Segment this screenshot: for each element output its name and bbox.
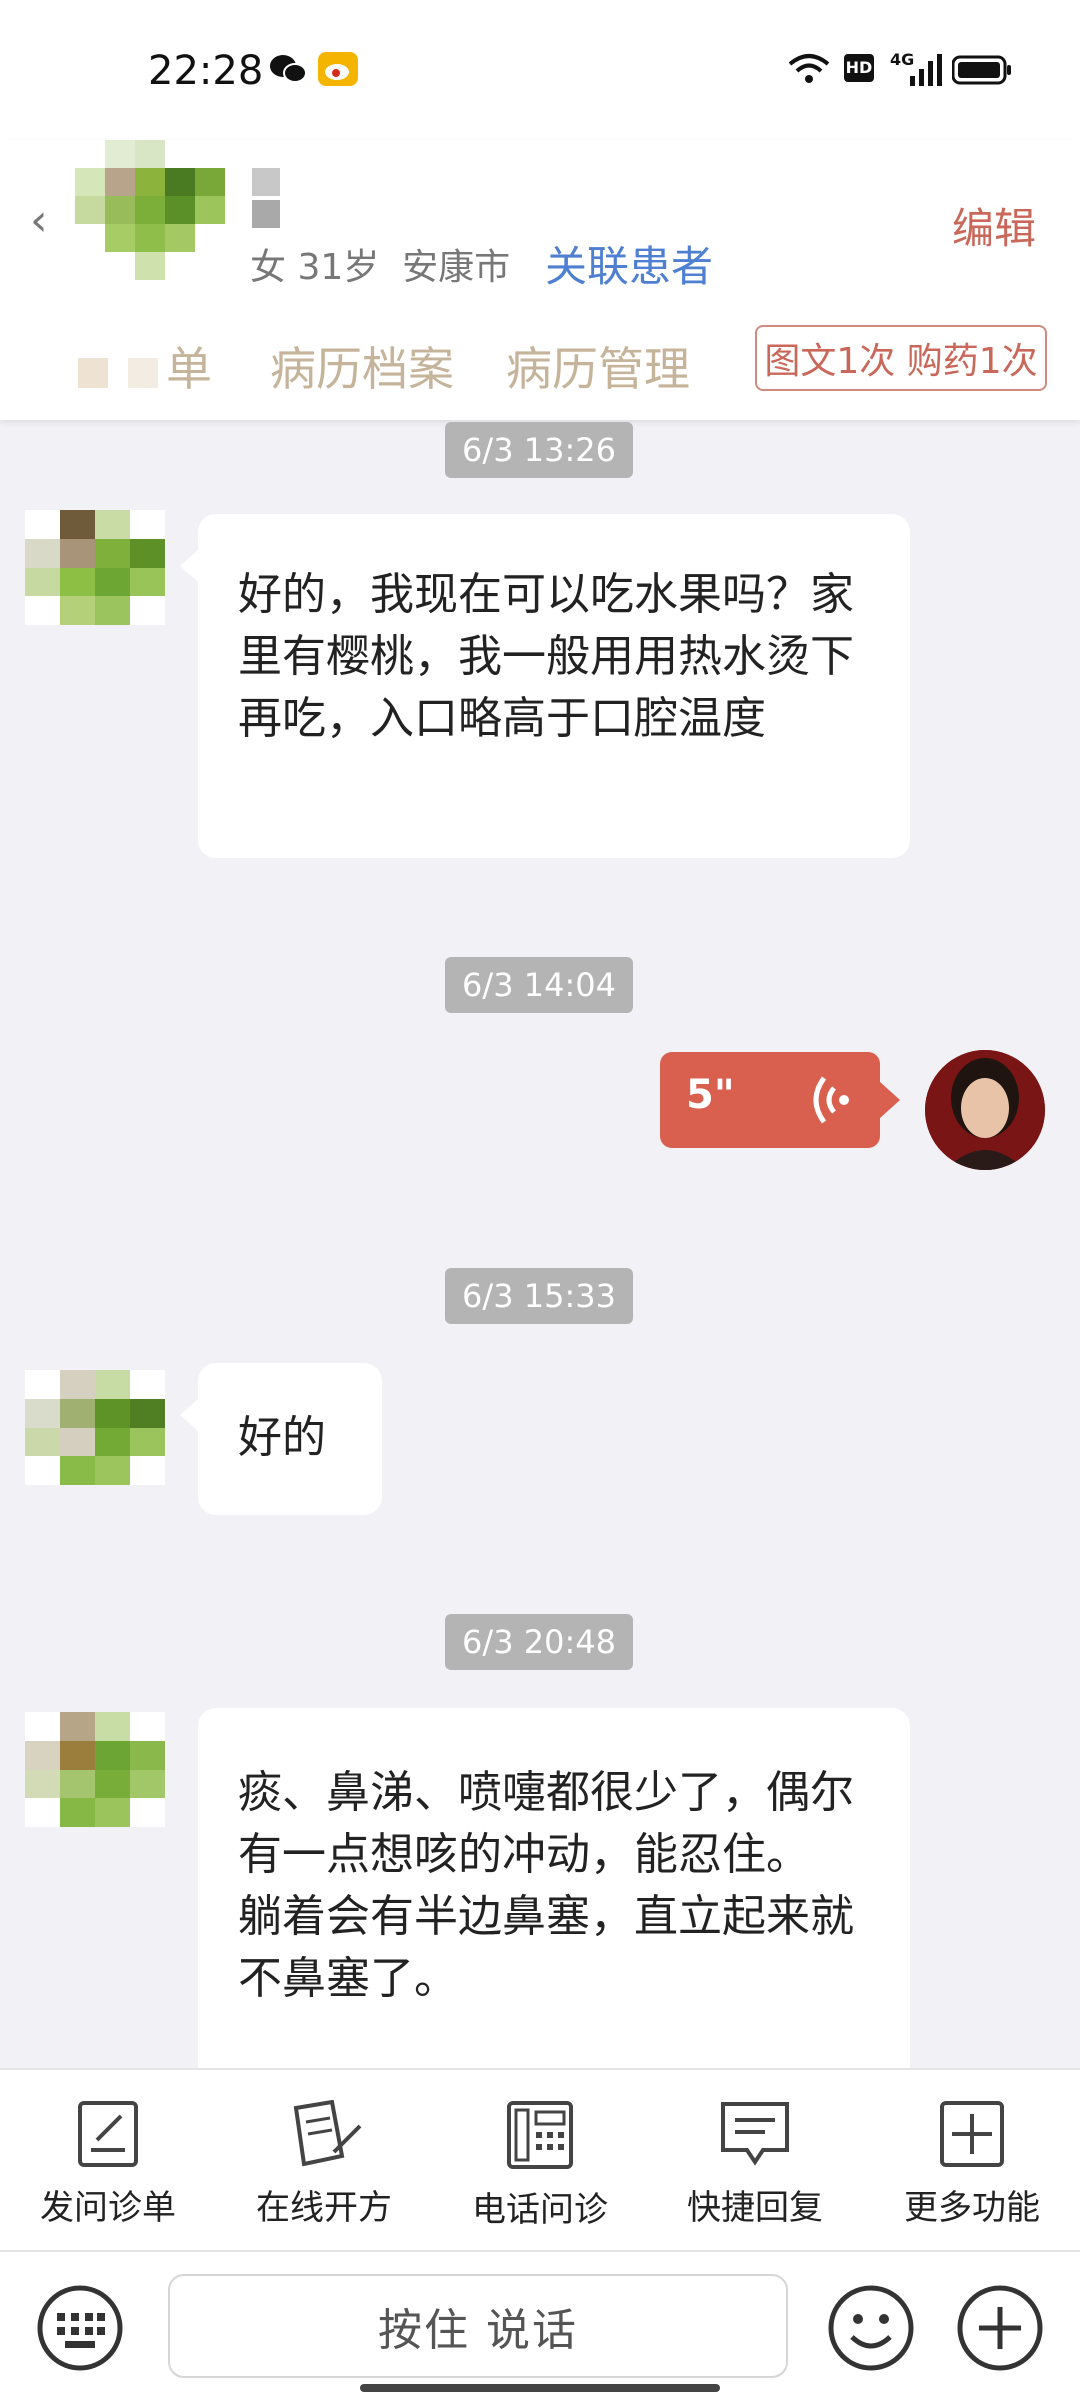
phone-icon bbox=[507, 2101, 573, 2169]
redacted-block bbox=[128, 357, 158, 388]
plus-box-icon bbox=[940, 2101, 1004, 2167]
tab-record-management[interactable]: 病历管理 bbox=[506, 333, 690, 399]
tab-medical-records[interactable]: 病历档案 bbox=[270, 333, 454, 399]
more-functions-button[interactable]: 更多功能 bbox=[882, 2100, 1062, 2229]
signal-icon bbox=[910, 54, 942, 86]
patient-avatar[interactable] bbox=[25, 1712, 165, 1827]
timestamp: 6/3 15:33 bbox=[445, 1268, 633, 1324]
function-toolbar: 发问诊单 在线开方 电话问诊 快捷回复 更多功能 bbox=[0, 2068, 1080, 2252]
patient-name-redacted bbox=[252, 168, 342, 228]
message-bubble[interactable]: 好的，我现在可以吃水果吗？家里有樱桃，我一般用用热水烫下再吃，入口略高于口腔温度 bbox=[180, 514, 910, 858]
status-time: 22:28 bbox=[148, 48, 264, 94]
keyboard-icon[interactable] bbox=[35, 2283, 125, 2373]
message-text: 好的 bbox=[238, 1412, 326, 1463]
message-icon bbox=[721, 2102, 789, 2166]
tool-label: 发问诊单 bbox=[40, 2188, 176, 2228]
doctor-avatar[interactable] bbox=[925, 1050, 1045, 1170]
voice-wave-icon bbox=[813, 1076, 849, 1124]
form-edit-icon bbox=[78, 2101, 138, 2167]
voice-message[interactable]: 5" bbox=[660, 1052, 900, 1148]
voice-duration: 5" bbox=[686, 1072, 735, 1118]
prescription-icon bbox=[293, 2100, 362, 2167]
tool-label: 更多功能 bbox=[904, 2188, 1040, 2228]
patient-avatar[interactable] bbox=[25, 1370, 165, 1485]
message-text: 好的，我现在可以吃水果吗？家里有樱桃，我一般用用热水烫下再吃，入口略高于口腔温度 bbox=[238, 569, 854, 744]
add-icon[interactable] bbox=[955, 2283, 1045, 2373]
message-text: 痰、鼻涕、喷嚏都很少了，偶尔有一点想咳的冲动，能忍住。 躺着会有半边鼻塞，直立起… bbox=[238, 1767, 854, 2004]
link-patient-button[interactable]: 关联患者 bbox=[545, 233, 713, 294]
tool-label: 电话问诊 bbox=[472, 2190, 608, 2230]
quick-reply-button[interactable]: 快捷回复 bbox=[665, 2100, 845, 2229]
redacted-block bbox=[78, 357, 108, 388]
hd-icon: HD bbox=[844, 54, 874, 82]
wifi-icon bbox=[788, 54, 830, 83]
emoji-icon[interactable] bbox=[826, 2283, 916, 2373]
edit-button[interactable]: 编辑 bbox=[952, 195, 1036, 256]
wechat-icon bbox=[270, 55, 307, 83]
tool-label: 快捷回复 bbox=[687, 2188, 823, 2228]
hold-to-talk-button[interactable]: 按住 说话 bbox=[168, 2274, 788, 2378]
patient-avatar[interactable] bbox=[25, 510, 165, 625]
weibo-icon bbox=[318, 52, 358, 86]
timestamp: 6/3 20:48 bbox=[445, 1614, 633, 1670]
home-indicator[interactable] bbox=[360, 2384, 720, 2392]
message-bubble[interactable]: 痰、鼻涕、喷嚏都很少了，偶尔有一点想咳的冲动，能忍住。 躺着会有半边鼻塞，直立起… bbox=[198, 1708, 910, 2128]
back-icon[interactable]: ‹ bbox=[30, 195, 48, 246]
tool-label: 在线开方 bbox=[256, 2188, 392, 2228]
battery-icon bbox=[952, 55, 1011, 85]
send-inquiry-form-button[interactable]: 发问诊单 bbox=[18, 2100, 198, 2229]
timestamp: 6/3 13:26 bbox=[445, 422, 633, 478]
patient-info: 女 31岁 安康市 bbox=[250, 247, 511, 288]
tab-label: 单 bbox=[166, 342, 212, 396]
timestamp: 6/3 14:04 bbox=[445, 957, 633, 1013]
patient-avatar[interactable] bbox=[75, 140, 225, 280]
tab-inquiry-form[interactable]: 单 bbox=[78, 333, 212, 399]
online-prescription-button[interactable]: 在线开方 bbox=[234, 2100, 414, 2229]
message-bubble[interactable]: 好的 bbox=[180, 1363, 382, 1515]
service-count-badge[interactable]: 图文1次 购药1次 bbox=[755, 325, 1047, 391]
phone-consultation-button[interactable]: 电话问诊 bbox=[450, 2100, 630, 2231]
